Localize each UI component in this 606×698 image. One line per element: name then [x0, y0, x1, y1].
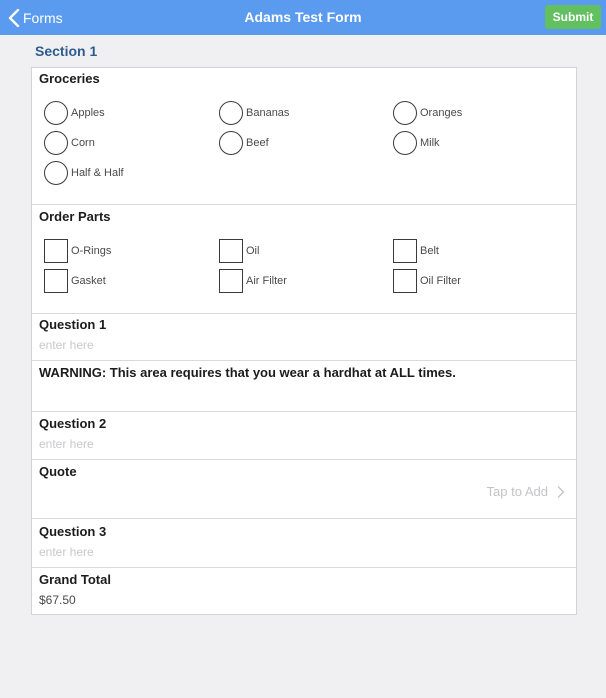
question-1-label: Question 1	[39, 317, 107, 332]
radio-button[interactable]	[44, 161, 68, 185]
checkbox[interactable]	[219, 239, 243, 263]
groceries-label: Groceries	[39, 71, 100, 86]
radio-button[interactable]	[44, 131, 68, 155]
radio-option-label: Half & Half	[71, 167, 124, 179]
order-parts-label: Order Parts	[39, 209, 111, 224]
checkbox[interactable]	[393, 269, 417, 293]
radio-option-label: Corn	[71, 137, 95, 149]
radio-button[interactable]	[219, 131, 243, 155]
navigation-bar: Forms Adams Test Form Submit	[0, 0, 606, 35]
divider	[32, 204, 576, 205]
checkbox-option-label: Oil Filter	[420, 275, 461, 287]
radio-option-label: Apples	[71, 107, 105, 119]
divider	[32, 360, 576, 361]
radio-button[interactable]	[393, 131, 417, 155]
radio-button[interactable]	[219, 101, 243, 125]
radio-option-label: Oranges	[420, 107, 463, 119]
chevron-right-icon	[557, 485, 565, 498]
tap-to-add-label: Tap to Add	[486, 484, 548, 499]
radio-option-half-and-half[interactable]: Half & Half	[44, 161, 124, 185]
quote-tap-to-add[interactable]: Tap to Add	[487, 484, 565, 499]
checkbox-option-air-filter[interactable]: Air Filter	[219, 269, 287, 293]
radio-button[interactable]	[393, 101, 417, 125]
divider	[32, 459, 576, 460]
checkbox-option-label: Belt	[420, 245, 439, 257]
checkbox[interactable]	[219, 269, 243, 293]
radio-option-corn[interactable]: Corn	[44, 131, 95, 155]
quote-label: Quote	[39, 464, 77, 479]
checkbox-option-o-rings[interactable]: O-Rings	[44, 239, 111, 263]
question-1-input[interactable]	[39, 337, 569, 353]
checkbox[interactable]	[44, 239, 68, 263]
section-title: Section 1	[35, 43, 98, 59]
radio-option-label: Beef	[246, 137, 269, 149]
submit-button[interactable]: Submit	[545, 5, 601, 29]
grand-total-label: Grand Total	[39, 572, 111, 587]
question-3-input[interactable]	[39, 544, 569, 560]
checkbox[interactable]	[44, 269, 68, 293]
radio-option-bananas[interactable]: Bananas	[219, 101, 289, 125]
checkbox-option-label: O-Rings	[71, 245, 112, 257]
radio-option-oranges[interactable]: Oranges	[393, 101, 462, 125]
radio-option-apples[interactable]: Apples	[44, 101, 105, 125]
divider	[32, 411, 576, 412]
checkbox-option-oil[interactable]: Oil	[219, 239, 259, 263]
checkbox[interactable]	[393, 239, 417, 263]
checkbox-option-oil-filter[interactable]: Oil Filter	[393, 269, 461, 293]
radio-option-label: Milk	[420, 137, 440, 149]
checkbox-option-label: Air Filter	[246, 275, 287, 287]
radio-option-milk[interactable]: Milk	[393, 131, 440, 155]
grand-total-value: $67.50	[39, 593, 76, 607]
question-3-label: Question 3	[39, 524, 107, 539]
page-title: Adams Test Form	[244, 9, 362, 25]
checkbox-option-belt[interactable]: Belt	[393, 239, 439, 263]
radio-option-label: Bananas	[246, 107, 290, 119]
radio-option-beef[interactable]: Beef	[219, 131, 269, 155]
checkbox-option-gasket[interactable]: Gasket	[44, 269, 106, 293]
question-2-input[interactable]	[39, 436, 569, 452]
form-card: Groceries Apples Bananas Oranges Corn Be…	[31, 67, 577, 615]
divider	[32, 518, 576, 519]
question-2-label: Question 2	[39, 416, 107, 431]
warning-text: WARNING: This area requires that you wea…	[39, 365, 456, 380]
divider	[32, 313, 576, 314]
radio-button[interactable]	[44, 101, 68, 125]
divider	[32, 567, 576, 568]
checkbox-option-label: Oil	[246, 245, 260, 257]
checkbox-option-label: Gasket	[71, 275, 106, 287]
